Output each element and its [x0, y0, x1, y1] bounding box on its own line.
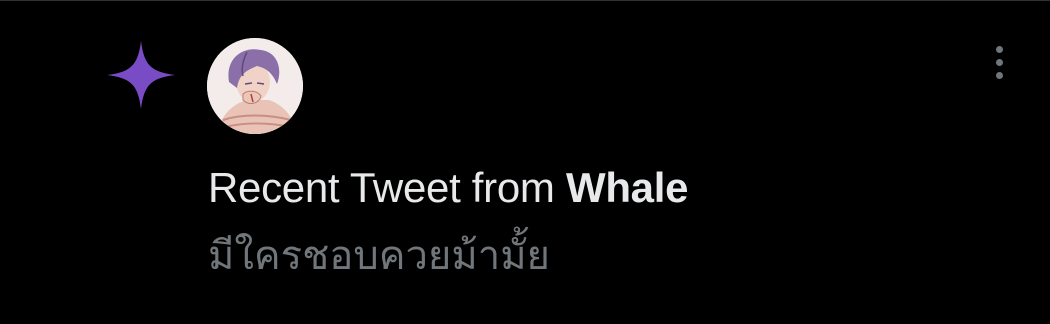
headline-prefix: Recent Tweet from: [208, 164, 566, 211]
more-dot: [995, 45, 1003, 53]
more-dot: [995, 58, 1003, 66]
tweet-preview-text: มีใครชอบควยม้ามั้ย: [208, 233, 550, 279]
more-options-button[interactable]: [984, 40, 1014, 84]
user-name[interactable]: Whale: [566, 164, 688, 211]
more-dot: [995, 71, 1003, 79]
sparkle-icon: [106, 40, 176, 110]
avatar[interactable]: [207, 38, 303, 134]
divider: [0, 0, 1050, 1]
notification-headline: Recent Tweet from Whale: [208, 163, 688, 213]
notification-item[interactable]: Recent Tweet from Whale มีใครชอบควยม้ามั…: [0, 0, 1050, 324]
